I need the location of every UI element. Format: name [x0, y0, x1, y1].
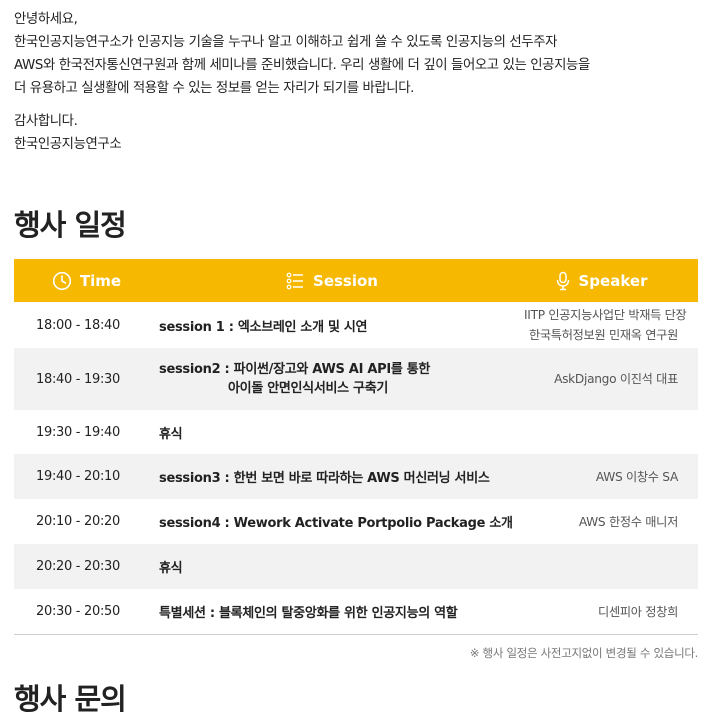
speaker-name: AWS 이창수 SA: [595, 469, 678, 484]
schedule-table: Time Session Speaker 18:00 - 18:40 sessi…: [14, 259, 698, 635]
intro-line: 안녕하세요,: [14, 12, 78, 27]
time-cell: 20:10 - 20:20: [36, 514, 120, 529]
session-cell: 휴식: [159, 557, 524, 576]
speaker-name: IITP 인공지능사업단 박재득 단장: [524, 308, 687, 322]
time-cell: 18:00 - 18:40: [36, 317, 120, 333]
closing-line: 감사합니다.: [14, 114, 78, 129]
session-title: session3 : 한번 보면 바로 따라하는 AWS 머신러닝 서비스: [159, 471, 490, 486]
table-divider: [14, 634, 698, 635]
speaker-cell: IITP 인공지능사업단 박재득 단장 한국특허정보원 민재옥 연구원: [524, 305, 698, 345]
session-cell: session4 : Wework Activate Portpolio Pac…: [159, 512, 524, 531]
table-row: 19:30 - 19:40 휴식: [14, 410, 698, 454]
speaker-name: AWS 한정수 매니저: [578, 514, 678, 529]
speaker-cell: AWS 이창수 SA: [524, 467, 698, 487]
session-cell: session2 : 파이썬/장고와 AWS AI API를 통한 아이돌 안면…: [159, 360, 524, 398]
intro-line: 더 유용하고 실생활에 적용할 수 있는 정보를 얻는 자리가 되기를 바랍니다…: [14, 81, 415, 96]
schedule-table-header: Time Session Speaker: [14, 259, 698, 302]
session-title: session2 : 파이썬/장고와 AWS AI API를 통한: [159, 362, 431, 377]
session-title: session4 : Wework Activate Portpolio Pac…: [159, 516, 513, 531]
clock-icon: [52, 271, 72, 290]
speaker-name: AskDjango 이진석 대표: [554, 372, 678, 386]
speaker-cell: 디센피아 정창희: [524, 602, 698, 622]
session-cell: session3 : 한번 보면 바로 따라하는 AWS 머신러닝 서비스: [159, 467, 524, 486]
session-subtitle: 아이돌 안면인식서비스 구축기: [228, 381, 389, 396]
table-row: 18:40 - 19:30 session2 : 파이썬/장고와 AWS AI …: [14, 348, 698, 410]
microphone-icon: [556, 271, 569, 290]
closing-line: 한국인공지능연구소: [14, 137, 122, 152]
schedule-heading: 행사 일정: [14, 208, 127, 242]
column-header-label: Time: [79, 271, 122, 290]
column-header-speaker: Speaker: [504, 271, 698, 291]
speaker-name: 디센피아 정창희: [598, 604, 678, 619]
time-cell: 19:30 - 19:40: [36, 424, 120, 440]
table-row: 18:00 - 18:40 session 1 : 엑소브레인 소개 및 시연 …: [14, 302, 698, 348]
session-title: 휴식: [159, 561, 183, 576]
intro-line: AWS와 한국전자통신연구원과 함께 세미나를 준비했습니다. 우리 생활에 더…: [14, 58, 590, 73]
session-title: 특별세션 : 블록체인의 탈중앙화를 위한 인공지능의 역할: [159, 606, 458, 621]
speaker-cell: AWS 한정수 매니저: [524, 512, 698, 532]
speaker-cell: AskDjango 이진석 대표: [524, 369, 698, 389]
time-cell: 18:40 - 19:30: [36, 371, 120, 387]
column-header-session: Session: [159, 271, 504, 291]
intro-text: 안녕하세요, 한국인공지능연구소가 인공지능 기술을 누구나 알고 이해하고 쉽…: [14, 8, 704, 156]
column-header-label: Speaker: [578, 271, 648, 290]
schedule-notice: ※ 행사 일정은 사전고지없이 변경될 수 있습니다.: [469, 646, 698, 660]
column-header-label: Session: [313, 271, 378, 290]
session-title: session 1 : 엑소브레인 소개 및 시연: [159, 319, 368, 335]
session-cell: 휴식: [159, 423, 524, 442]
speaker-name: 한국특허정보원 민재옥 연구원: [528, 328, 678, 342]
list-icon: [286, 272, 304, 289]
session-cell: 특별세션 : 블록체인의 탈중앙화를 위한 인공지능의 역할: [159, 602, 524, 621]
intro-line: 한국인공지능연구소가 인공지능 기술을 누구나 알고 이해하고 쉽게 쓸 수 있…: [14, 35, 558, 50]
time-cell: 20:20 - 20:30: [36, 559, 120, 574]
session-title: 휴식: [159, 426, 183, 442]
table-row: 20:30 - 20:50 특별세션 : 블록체인의 탈중앙화를 위한 인공지능…: [14, 589, 698, 634]
session-cell: session 1 : 엑소브레인 소개 및 시연: [159, 316, 524, 335]
inquiry-heading: 행사 문의: [14, 682, 127, 716]
table-row: 19:40 - 20:10 session3 : 한번 보면 바로 따라하는 A…: [14, 454, 698, 499]
column-header-time: Time: [14, 271, 159, 291]
time-cell: 20:30 - 20:50: [36, 604, 120, 619]
table-row: 20:20 - 20:30 휴식: [14, 544, 698, 589]
time-cell: 19:40 - 20:10: [36, 469, 120, 484]
table-row: 20:10 - 20:20 session4 : Wework Activate…: [14, 499, 698, 544]
